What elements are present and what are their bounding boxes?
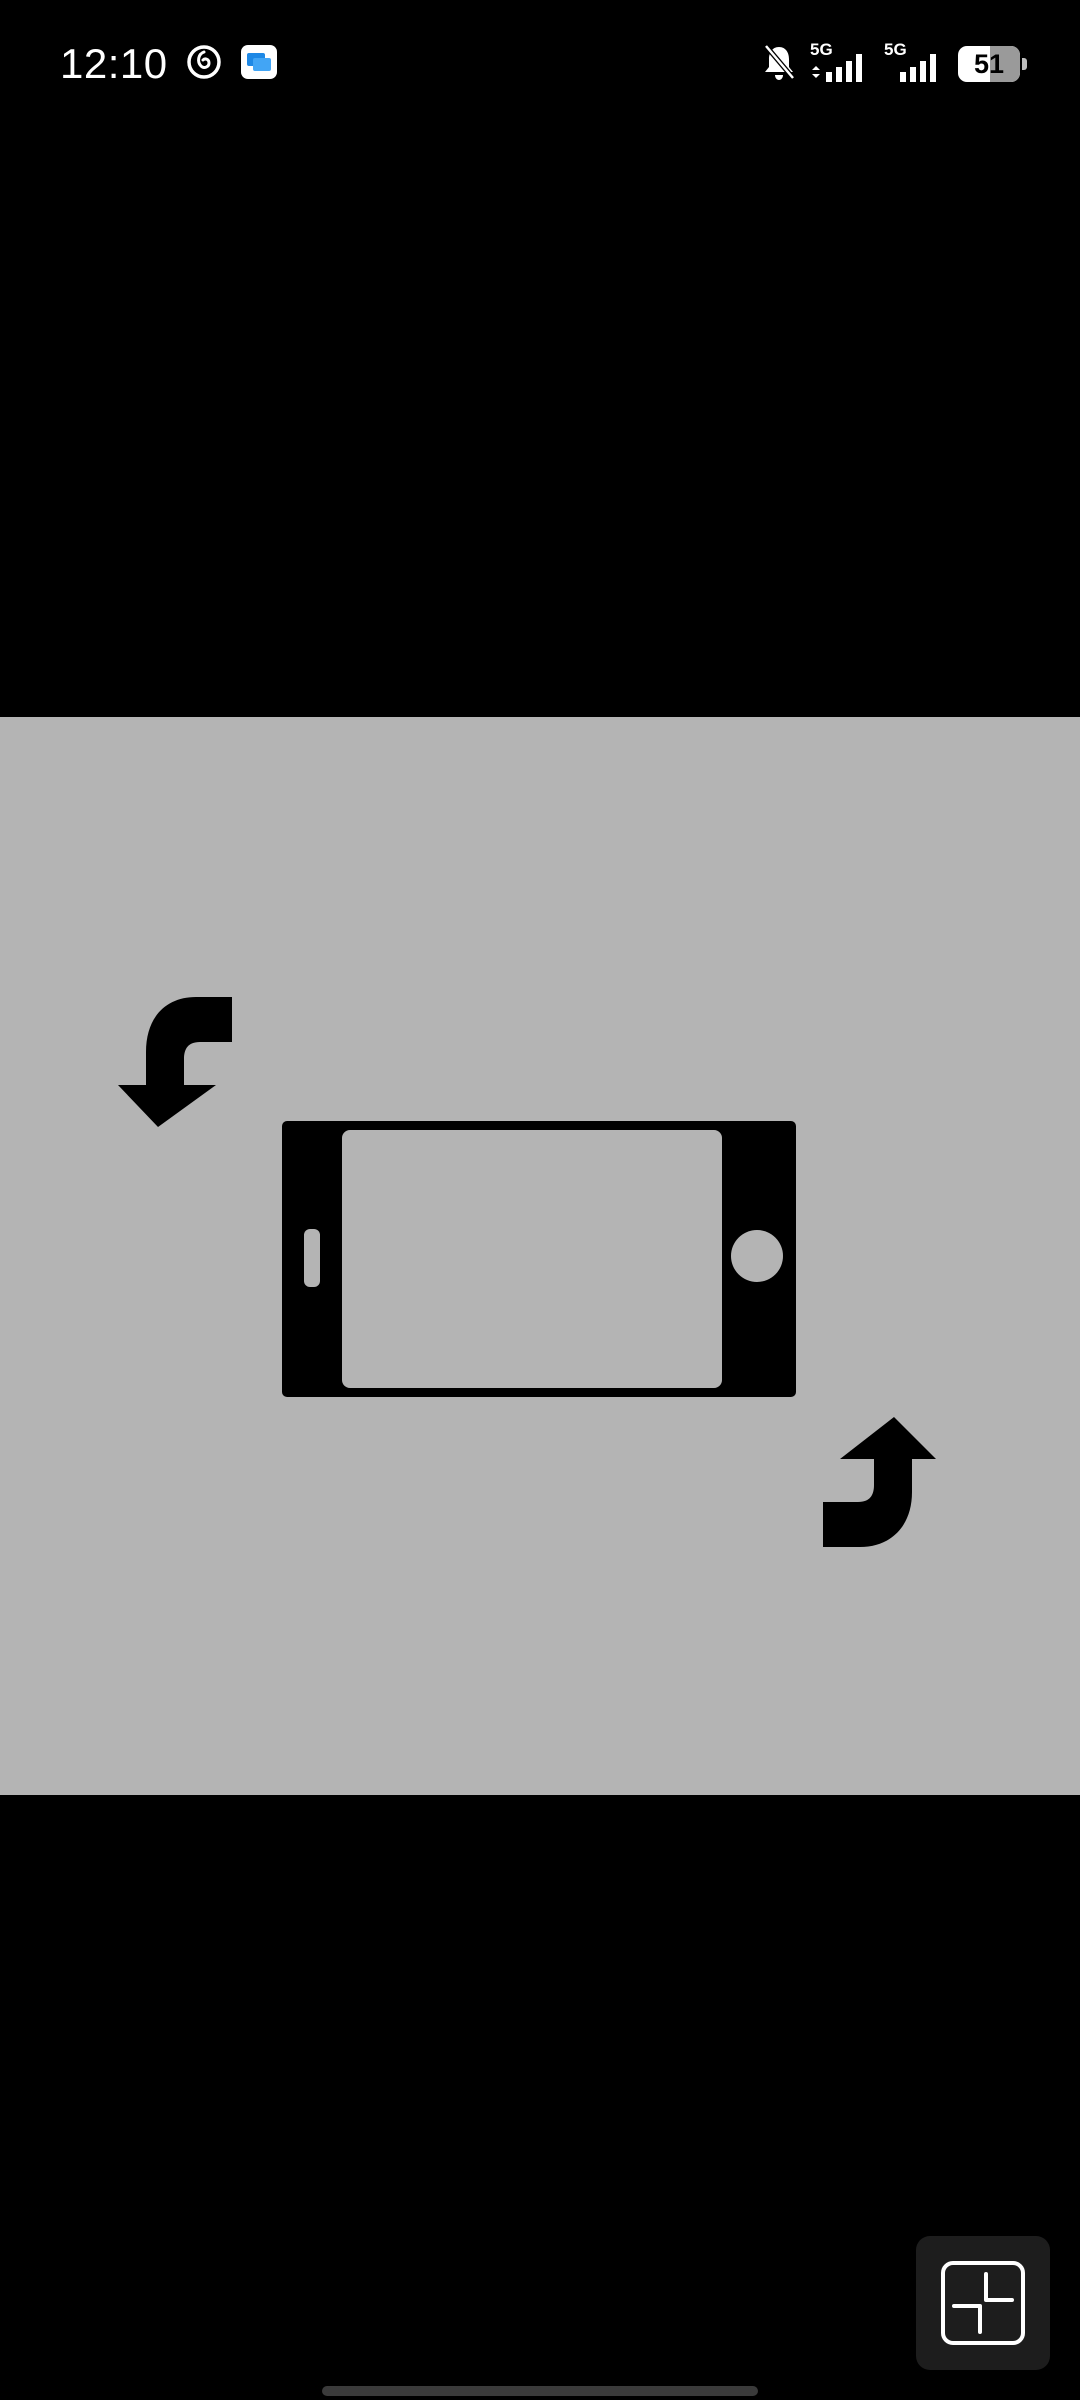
rotate-arrow-icon bbox=[823, 1417, 936, 1547]
battery-indicator: 51 bbox=[958, 46, 1027, 82]
rotate-arrow-icon bbox=[118, 997, 232, 1127]
status-bar: 12:10 5G 5G 51 bbox=[0, 0, 1080, 130]
signal-5g-icon: 5G bbox=[884, 40, 944, 86]
rotate-device-hint bbox=[0, 717, 1080, 1795]
silent-bell-icon bbox=[762, 42, 796, 87]
fullscreen-video-screen: 12:10 5G 5G 51 bbox=[0, 0, 1080, 2400]
signal-5g-icon: 5G bbox=[810, 40, 870, 86]
landscape-phone-icon bbox=[282, 1121, 796, 1397]
clock: 12:10 bbox=[60, 40, 168, 87]
home-indicator[interactable] bbox=[322, 2386, 758, 2396]
exit-fullscreen-icon bbox=[941, 2261, 1025, 2345]
status-bar-left: 12:10 bbox=[60, 36, 278, 92]
battery-level: 51 bbox=[973, 48, 1005, 79]
status-bar-right: 5G 5G 51 bbox=[762, 38, 1027, 90]
netease-music-icon bbox=[186, 44, 222, 85]
rotate-hint-illustration bbox=[118, 997, 936, 1547]
exit-fullscreen-button[interactable] bbox=[916, 2236, 1050, 2370]
app-notification-icon bbox=[240, 44, 278, 85]
